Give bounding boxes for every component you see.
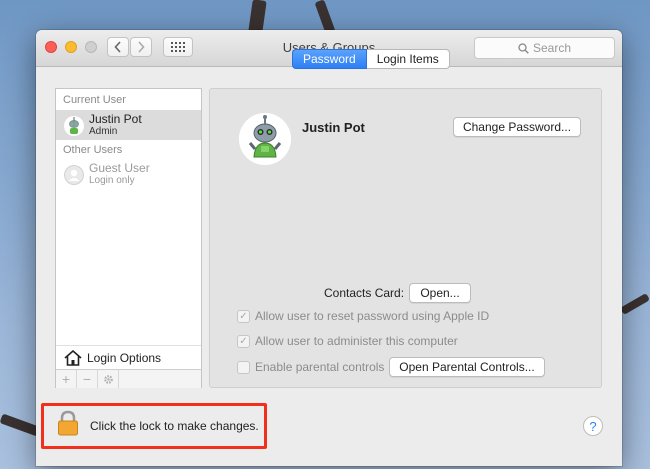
search-field[interactable]: Search <box>474 37 615 59</box>
gear-icon <box>103 374 113 384</box>
contacts-open-button[interactable]: Open... <box>409 283 471 303</box>
sidebar-toolbar: + − <box>56 369 201 388</box>
tab-bar: Password Login Items <box>292 49 450 69</box>
user-item-justin-pot[interactable]: Justin Pot Admin <box>56 110 201 140</box>
change-password-button[interactable]: Change Password... <box>453 117 581 137</box>
help-button[interactable]: ? <box>583 416 603 436</box>
minus-icon: − <box>82 371 92 387</box>
guest-user-status: Login only <box>89 175 135 186</box>
search-icon <box>518 42 529 54</box>
tab-password[interactable]: Password <box>292 49 367 69</box>
remove-user-button[interactable]: − <box>77 370 98 388</box>
login-options-label: Login Options <box>87 351 162 365</box>
reset-password-option[interactable]: ✓ Allow user to reset password using App… <box>237 308 489 324</box>
users-sidebar: Current User Justin Pot Admin Other User… <box>55 88 202 388</box>
tab-login-items[interactable]: Login Items <box>366 49 450 69</box>
search-placeholder: Search <box>532 41 572 55</box>
house-icon <box>64 350 82 366</box>
user-avatar <box>64 116 84 136</box>
action-menu-button[interactable] <box>98 370 119 388</box>
account-name: Justin Pot <box>302 120 365 135</box>
contacts-card-label: Contacts Card: <box>324 286 405 300</box>
administer-label: Allow user to administer this computer <box>255 334 458 348</box>
lock-icon <box>58 410 78 436</box>
reset-password-checkbox[interactable]: ✓ <box>237 309 250 323</box>
lock-message: Click the lock to make changes. <box>90 419 259 433</box>
user-picture[interactable] <box>239 113 291 165</box>
plus-icon: + <box>61 371 71 387</box>
administer-option[interactable]: ✓ Allow user to administer this computer <box>237 333 458 349</box>
user-item-guest[interactable]: Guest User Login only <box>56 159 201 189</box>
open-parental-controls-button[interactable]: Open Parental Controls... <box>389 357 545 377</box>
administer-checkbox[interactable]: ✓ <box>237 334 250 348</box>
lock-button[interactable] <box>57 410 81 438</box>
user-name: Justin Pot <box>89 112 142 126</box>
background-branch <box>0 413 41 437</box>
add-user-button[interactable]: + <box>56 370 77 388</box>
reset-password-label: Allow user to reset password using Apple… <box>255 309 490 323</box>
parental-controls-label: Enable parental controls <box>255 360 385 374</box>
guest-user-name: Guest User <box>89 161 150 175</box>
current-user-heading: Current User <box>63 94 126 106</box>
users-groups-window: Users & Groups Search Current User Justi… <box>36 30 622 466</box>
guest-avatar-icon <box>64 165 84 185</box>
user-role: Admin <box>89 126 118 137</box>
login-options-item[interactable]: Login Options <box>56 345 201 370</box>
robot-avatar-icon <box>239 113 291 165</box>
parental-controls-option[interactable]: Enable parental controls <box>237 359 384 375</box>
parental-controls-checkbox[interactable] <box>237 360 250 374</box>
other-users-heading: Other Users <box>63 144 123 156</box>
background-branch <box>620 293 650 315</box>
